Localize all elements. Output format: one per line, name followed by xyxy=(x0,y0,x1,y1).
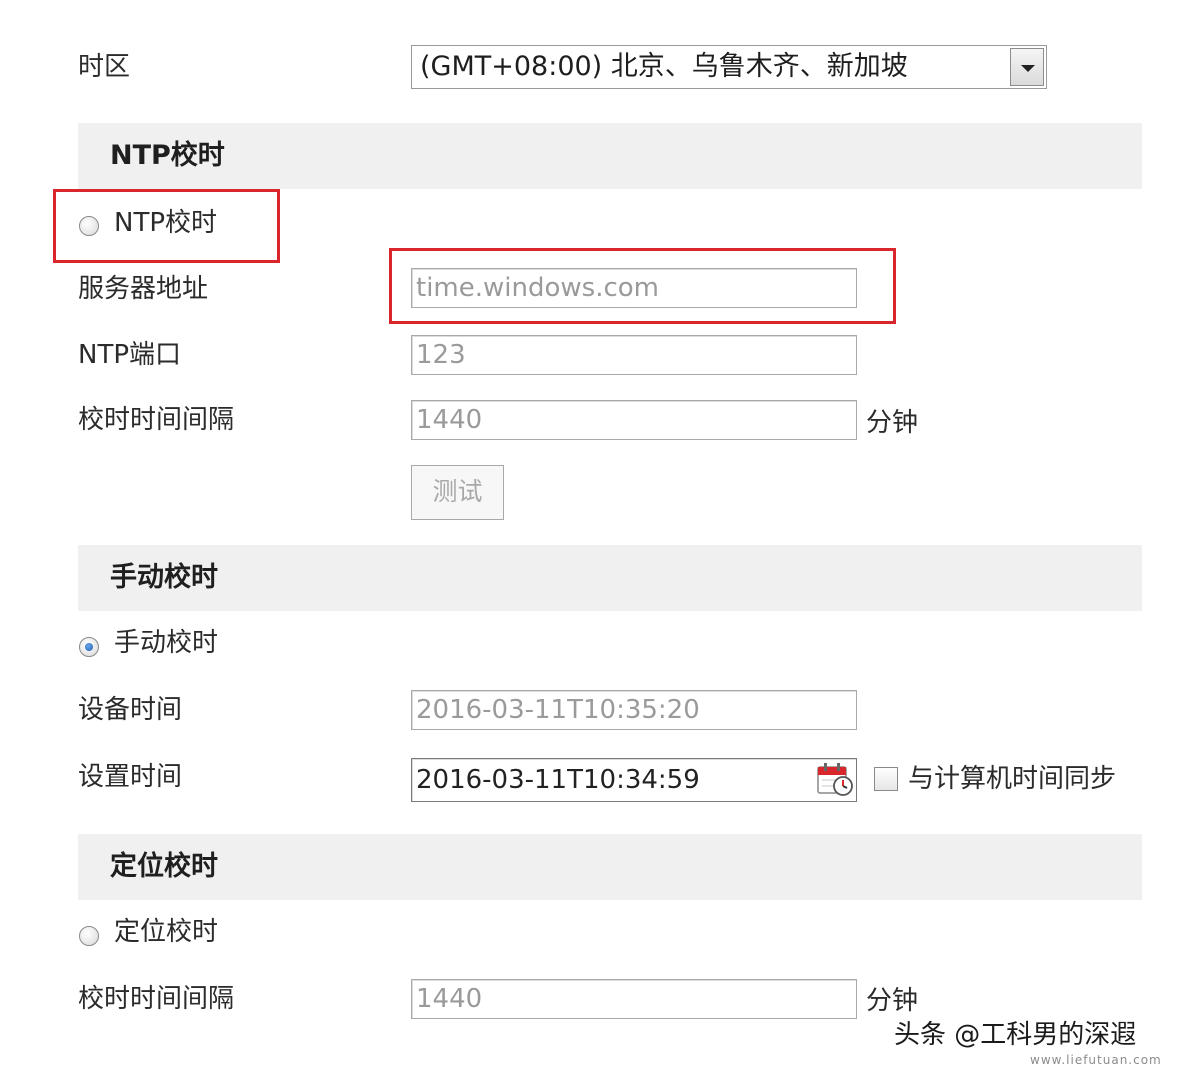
gps-interval-label: 校时时间间隔 xyxy=(78,984,235,1014)
ntp-port-label: NTP端口 xyxy=(78,340,182,370)
ntp-port-input[interactable]: 123 xyxy=(411,335,857,375)
gps-radio-label: 定位校时 xyxy=(114,917,219,947)
gps-section-title: 定位校时 xyxy=(110,851,218,882)
ntp-radio-highlight xyxy=(53,189,280,263)
manual-radio[interactable] xyxy=(79,637,99,657)
ntp-interval-input[interactable]: 1440 xyxy=(411,400,857,440)
manual-radio-label: 手动校时 xyxy=(114,628,219,658)
device-time-label: 设备时间 xyxy=(78,695,183,725)
manual-section-header: 手动校时 xyxy=(78,545,1142,611)
timezone-select-value: (GMT+08:00) 北京、乌鲁木齐、新加坡 xyxy=(420,51,908,82)
watermark-url: www.liefutuan.com xyxy=(1030,1053,1162,1067)
gps-section-header: 定位校时 xyxy=(78,834,1142,900)
ntp-section-title: NTP校时 xyxy=(110,140,225,171)
gps-interval-unit: 分钟 xyxy=(866,986,919,1016)
manual-section-title: 手动校时 xyxy=(110,562,218,593)
set-time-label: 设置时间 xyxy=(78,762,183,792)
timezone-select[interactable]: (GMT+08:00) 北京、乌鲁木齐、新加坡 xyxy=(411,45,1047,89)
watermark-text: 头条 @工科男的深遐 xyxy=(894,1020,1137,1050)
sync-label: 与计算机时间同步 xyxy=(908,764,1117,794)
ntp-interval-label: 校时时间间隔 xyxy=(78,405,235,435)
timezone-label: 时区 xyxy=(78,52,131,82)
device-time-input[interactable]: 2016-03-11T10:35:20 xyxy=(411,690,857,730)
ntp-server-label: 服务器地址 xyxy=(78,274,209,304)
chevron-down-icon[interactable] xyxy=(1010,48,1044,86)
gps-radio[interactable] xyxy=(79,926,99,946)
ntp-section-header: NTP校时 xyxy=(78,123,1142,189)
ntp-server-highlight xyxy=(389,248,896,324)
ntp-interval-unit: 分钟 xyxy=(866,408,919,438)
ntp-test-button[interactable]: 测试 xyxy=(411,465,504,520)
set-time-input[interactable]: 2016-03-11T10:34:59 xyxy=(411,758,857,802)
calendar-icon[interactable] xyxy=(816,761,854,797)
set-time-value: 2016-03-11T10:34:59 xyxy=(416,765,700,795)
sync-checkbox[interactable] xyxy=(874,767,898,791)
gps-interval-input[interactable]: 1440 xyxy=(411,979,857,1019)
